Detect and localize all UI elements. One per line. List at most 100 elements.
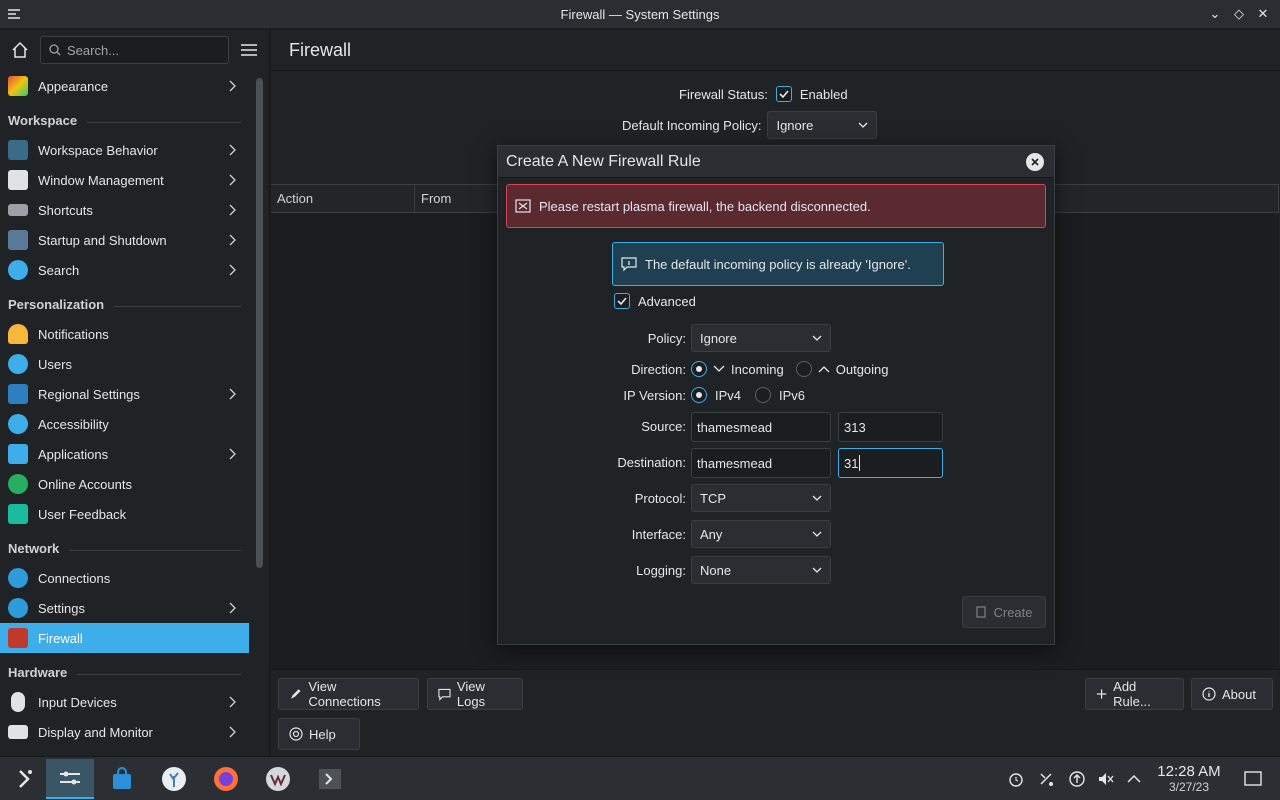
firewall-enabled-checkbox[interactable] — [775, 86, 792, 102]
about-button[interactable]: About — [1191, 678, 1273, 710]
add-rule-button[interactable]: Add Rule... — [1085, 678, 1184, 710]
source-port-input[interactable]: 313 — [838, 412, 943, 442]
sidebar-item-applications[interactable]: Applications — [0, 439, 249, 469]
sidebar-item-firewall[interactable]: Firewall — [0, 623, 249, 653]
window-titlebar: Firewall — System Settings ⌄ ◇ ✕ — [0, 0, 1280, 29]
applications-icon — [8, 444, 28, 464]
taskbar-vlc[interactable] — [254, 759, 302, 799]
sidebar-item-shortcuts[interactable]: Shortcuts — [0, 195, 249, 225]
chevron-down-icon — [812, 531, 822, 537]
direction-incoming-label: Incoming — [731, 361, 784, 377]
sidebar-item-user-feedback[interactable]: User Feedback — [0, 499, 249, 529]
sidebar: Search... Appearance Workspace Workspace… — [0, 30, 270, 756]
home-button[interactable] — [8, 38, 32, 62]
chevron-up-icon — [818, 366, 830, 373]
globe-icon — [8, 568, 28, 588]
regional-icon — [8, 384, 28, 404]
source-host-input[interactable]: thamesmead — [691, 412, 831, 442]
error-icon — [515, 199, 531, 213]
hamburger-menu-button[interactable] — [237, 38, 261, 62]
info-banner: The default incoming policy is already '… — [612, 242, 944, 286]
taskbar-terminal[interactable] — [306, 759, 354, 799]
window-menu-icon[interactable] — [6, 6, 22, 22]
sidebar-item-accessibility[interactable]: Accessibility — [0, 409, 249, 439]
updates-icon[interactable] — [1067, 769, 1087, 789]
direction-label: Direction: — [631, 362, 686, 377]
taskbar-discover[interactable] — [98, 759, 146, 799]
online-accounts-icon — [8, 474, 28, 494]
create-button[interactable]: Create — [962, 596, 1046, 628]
search-input[interactable]: Search... — [40, 36, 229, 64]
column-header-action[interactable]: Action — [271, 185, 415, 213]
destination-host-input[interactable]: thamesmead — [691, 448, 831, 478]
maximize-icon[interactable]: ◇ — [1232, 6, 1246, 22]
destination-port-input[interactable]: 31 — [838, 448, 943, 478]
sidebar-item-users[interactable]: Users — [0, 349, 249, 379]
kde-connect-icon[interactable] — [1036, 769, 1056, 789]
ipv4-radio[interactable] — [691, 387, 707, 403]
sidebar-item-window-management[interactable]: Window Management — [0, 165, 249, 195]
store-bag-icon — [113, 767, 131, 789]
search-icon — [49, 44, 61, 56]
sidebar-item-connections[interactable]: Connections — [0, 563, 249, 593]
protocol-select[interactable]: TCP — [691, 484, 831, 512]
sidebar-item-network-settings[interactable]: Settings — [0, 593, 249, 623]
close-icon[interactable]: ✕ — [1256, 6, 1270, 22]
ip-version-options: IPv4 IPv6 — [691, 387, 805, 403]
minimize-icon[interactable]: ⌄ — [1208, 6, 1222, 22]
app-launcher-button[interactable] — [0, 759, 48, 799]
dialog-titlebar: Create A New Firewall Rule — [498, 146, 1054, 178]
sidebar-item-startup-shutdown[interactable]: Startup and Shutdown — [0, 225, 249, 255]
sidebar-item-online-accounts[interactable]: Online Accounts — [0, 469, 249, 499]
section-network: Network — [0, 529, 249, 563]
ip-version-label: IP Version: — [623, 388, 686, 403]
advanced-checkbox[interactable] — [614, 293, 630, 309]
alarm-clock-icon[interactable] — [1006, 769, 1026, 789]
taskbar-steam[interactable] — [150, 759, 198, 799]
sidebar-item-input-devices[interactable]: Input Devices — [0, 687, 249, 717]
logging-select[interactable]: None — [691, 556, 831, 584]
sidebar-item-regional-settings[interactable]: Regional Settings — [0, 379, 249, 409]
interface-select[interactable]: Any — [691, 520, 831, 548]
firefox-icon — [214, 767, 238, 791]
show-desktop-icon[interactable] — [1243, 769, 1263, 789]
help-button[interactable]: Help — [278, 718, 360, 750]
destination-label: Destination: — [617, 455, 686, 470]
sidebar-item-notifications[interactable]: Notifications — [0, 319, 249, 349]
error-message: Please restart plasma firewall, the back… — [539, 198, 871, 214]
info-icon — [621, 257, 637, 272]
chat-icon — [438, 688, 451, 701]
direction-outgoing-label: Outgoing — [835, 361, 889, 377]
search-settings-icon — [8, 260, 28, 280]
clock[interactable]: 12:28 AM 3/27/23 — [1150, 763, 1228, 794]
sidebar-scrollbar[interactable] — [256, 78, 263, 568]
sidebar-item-display-monitor[interactable]: Display and Monitor — [0, 717, 249, 747]
direction-options: Incoming Outgoing — [691, 361, 889, 377]
direction-incoming-radio[interactable] — [691, 361, 707, 377]
direction-outgoing-radio[interactable] — [795, 361, 812, 377]
vm-icon — [266, 767, 290, 791]
advanced-row: Advanced — [614, 293, 696, 309]
view-connections-button[interactable]: View Connections — [278, 678, 419, 710]
sidebar-item-search[interactable]: Search — [0, 255, 249, 285]
clock-time: 12:28 AM — [1157, 763, 1221, 780]
chevron-down-icon — [858, 122, 868, 128]
default-policy-select[interactable]: Ignore — [767, 111, 878, 139]
volume-muted-icon[interactable] — [1096, 769, 1116, 789]
dialog-title: Create A New Firewall Rule — [506, 152, 701, 170]
policy-label: Policy: — [647, 331, 686, 346]
dialog-close-button[interactable] — [1026, 153, 1044, 171]
terminal-icon — [319, 769, 341, 789]
ipv6-radio[interactable] — [755, 387, 772, 403]
taskbar-firefox[interactable] — [202, 759, 250, 799]
tray-expand-icon[interactable] — [1124, 769, 1144, 789]
taskbar-system-settings[interactable] — [46, 759, 94, 799]
advanced-label: Advanced — [638, 293, 696, 309]
policy-select[interactable]: Ignore — [691, 324, 831, 352]
page-title: Firewall — [271, 30, 1280, 71]
sidebar-item-workspace-behavior[interactable]: Workspace Behavior — [0, 135, 249, 165]
firewall-icon — [8, 628, 28, 648]
protocol-label: Protocol: — [634, 491, 686, 506]
sidebar-item-appearance[interactable]: Appearance — [0, 71, 249, 101]
view-logs-button[interactable]: View Logs — [427, 678, 523, 710]
